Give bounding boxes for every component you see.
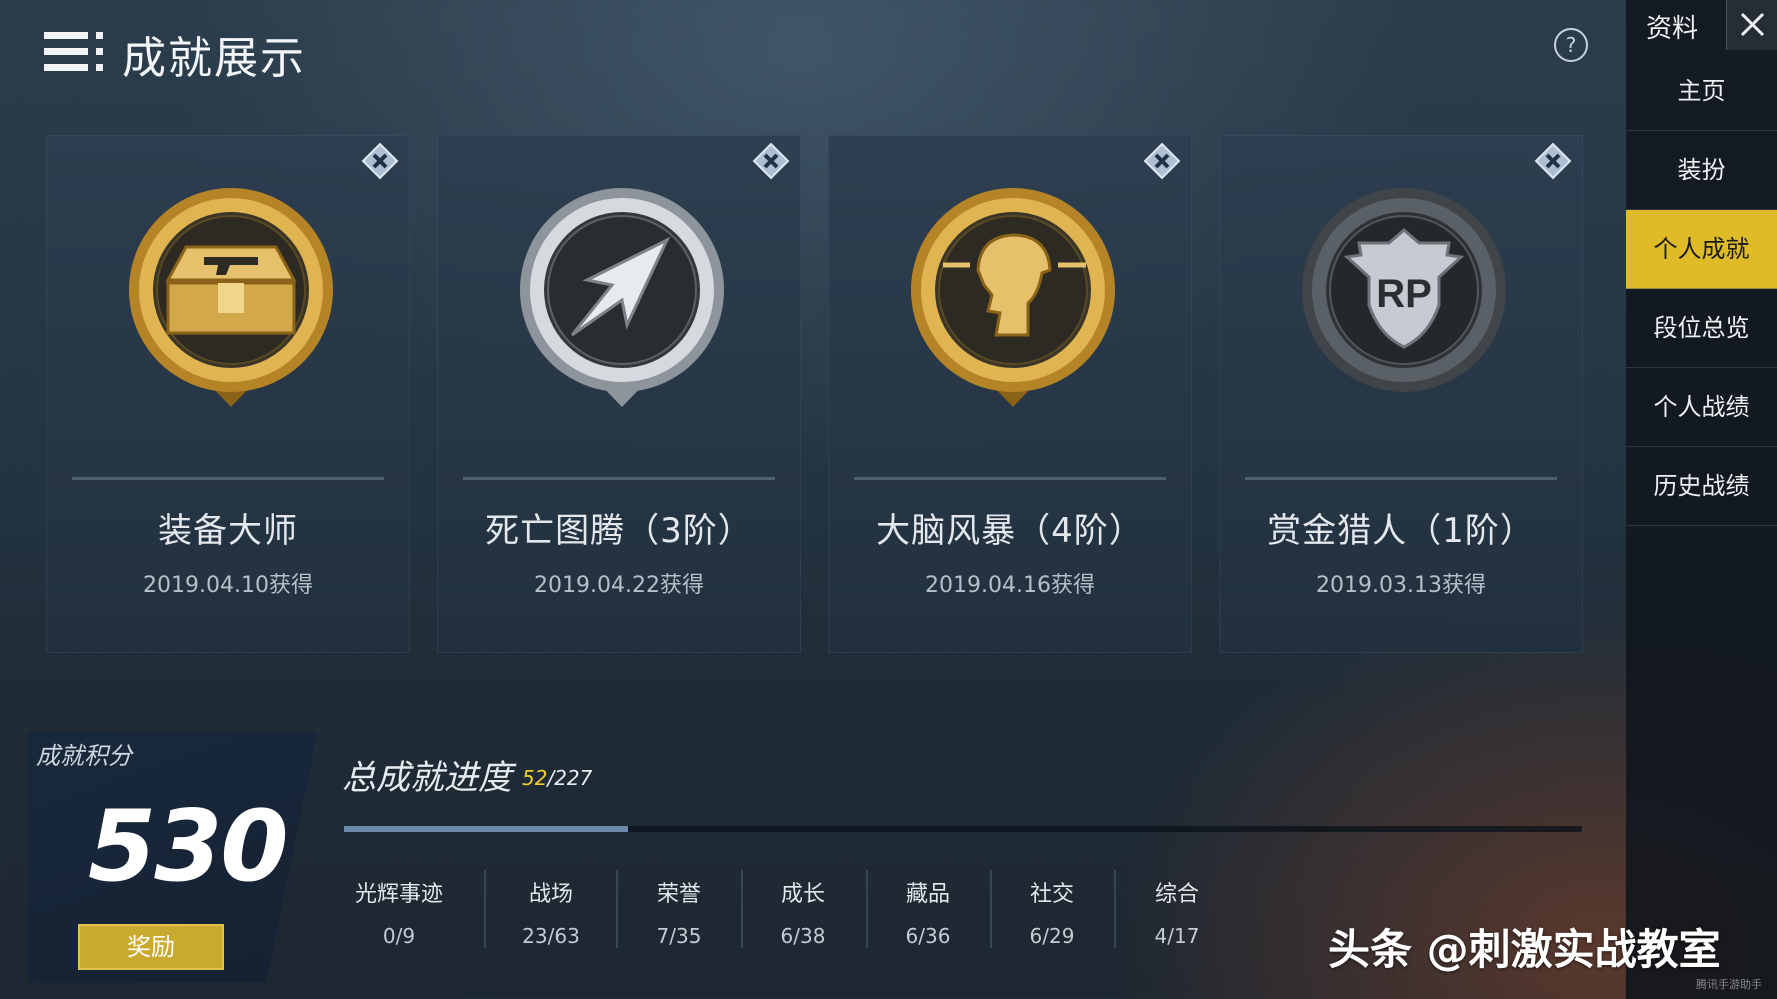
- sidebar-title: 资料: [1646, 14, 1699, 44]
- progress-current: 52: [522, 766, 548, 790]
- achievement-card[interactable]: 大脑风暴（4阶） 2019.04.16获得: [828, 135, 1192, 653]
- category-name: 综合: [1154, 882, 1199, 907]
- category-separator: [1114, 870, 1116, 948]
- watermark-small: 腾讯手游助手: [1696, 978, 1762, 991]
- sidebar-item-outfit[interactable]: 装扮: [1626, 131, 1777, 210]
- progress-total: /227: [547, 766, 593, 790]
- category-name: 光辉事迹: [354, 882, 443, 907]
- progress-fill: [344, 826, 628, 832]
- card-divider: [1245, 477, 1557, 480]
- achievement-name: 死亡图腾（3阶）: [485, 511, 753, 551]
- helmet-head-icon: [911, 188, 1115, 407]
- remove-achievement-button[interactable]: [1533, 141, 1573, 181]
- category-separator: [616, 870, 618, 948]
- score-value: 530: [88, 790, 289, 904]
- category-general[interactable]: 综合 4/17: [1117, 876, 1237, 948]
- category-value: 6/36: [905, 924, 951, 948]
- help-circle-icon[interactable]: ?: [1554, 28, 1588, 62]
- category-value: 6/38: [780, 924, 826, 948]
- page-title: 成就展示: [122, 33, 306, 84]
- category-growth[interactable]: 成长 6/38: [743, 876, 863, 948]
- sidebar-item-achievements[interactable]: 个人成就: [1626, 210, 1777, 289]
- bullet-arrow-icon: [520, 188, 724, 407]
- sidebar-item-personal-stats[interactable]: 个人战绩: [1626, 368, 1777, 447]
- pistol-crate-icon: [129, 188, 333, 407]
- achievement-date: 2019.04.10获得: [143, 573, 313, 598]
- achievement-screen: 成就展示 ? 装备大师 2019.04.10获得 死亡图腾（3阶） 2019.0…: [0, 0, 1777, 999]
- profile-sidebar: 资料 主页 装扮 个人成就 段位总览 个人战绩 历史战绩: [1626, 0, 1777, 999]
- category-collection[interactable]: 藏品 6/36: [868, 876, 988, 948]
- achievement-card[interactable]: 死亡图腾（3阶） 2019.04.22获得: [437, 135, 801, 653]
- sidebar-item-home[interactable]: 主页: [1626, 52, 1777, 131]
- category-name: 战场: [528, 882, 573, 907]
- achievement-name: 装备大师: [158, 511, 298, 551]
- category-name: 成长: [780, 882, 825, 907]
- achievement-date: 2019.04.22获得: [534, 573, 704, 598]
- rp-shield-icon: RP: [1302, 188, 1506, 392]
- achievement-name: 赏金猎人（1阶）: [1267, 511, 1535, 551]
- menu-icon[interactable]: [44, 30, 110, 74]
- progress-title: 总成就进度: [342, 758, 512, 798]
- score-label: 成就积分: [36, 742, 132, 770]
- category-name: 荣誉: [656, 882, 701, 907]
- category-separator: [484, 870, 486, 948]
- card-divider: [854, 477, 1166, 480]
- remove-achievement-button[interactable]: [360, 141, 400, 181]
- achievement-score-panel: 成就积分 530 奖励: [28, 732, 318, 982]
- category-glory[interactable]: 光辉事迹 0/9: [339, 876, 459, 948]
- reward-button[interactable]: 奖励: [78, 924, 224, 970]
- category-value: 23/63: [522, 924, 580, 948]
- card-divider: [463, 477, 775, 480]
- category-social[interactable]: 社交 6/29: [992, 876, 1112, 948]
- category-honor[interactable]: 荣誉 7/35: [619, 876, 739, 948]
- category-name: 社交: [1029, 882, 1074, 907]
- progress-bar: [344, 826, 1582, 832]
- category-value: 6/29: [1029, 924, 1075, 948]
- achievement-card[interactable]: RP 赏金猎人（1阶） 2019.03.13获得: [1219, 135, 1583, 653]
- achievement-date: 2019.04.16获得: [925, 573, 1095, 598]
- watermark-text: 头条 @刺激实战教室: [1328, 925, 1721, 974]
- close-icon[interactable]: [1726, 0, 1777, 50]
- svg-text:RP: RP: [1376, 272, 1432, 316]
- progress-count: 52/227: [522, 766, 592, 790]
- category-battlefield[interactable]: 战场 23/63: [491, 876, 611, 948]
- sidebar-item-tier-overview[interactable]: 段位总览: [1626, 289, 1777, 368]
- achievement-date: 2019.03.13获得: [1316, 573, 1486, 598]
- remove-achievement-button[interactable]: [1142, 141, 1182, 181]
- achievement-card[interactable]: 装备大师 2019.04.10获得: [46, 135, 410, 653]
- category-value: 4/17: [1154, 924, 1200, 948]
- category-name: 藏品: [905, 882, 950, 907]
- category-value: 7/35: [656, 924, 702, 948]
- achievement-name: 大脑风暴（4阶）: [876, 511, 1144, 551]
- sidebar-item-match-history[interactable]: 历史战绩: [1626, 447, 1777, 526]
- category-value: 0/9: [382, 924, 416, 948]
- remove-achievement-button[interactable]: [751, 141, 791, 181]
- card-divider: [72, 477, 384, 480]
